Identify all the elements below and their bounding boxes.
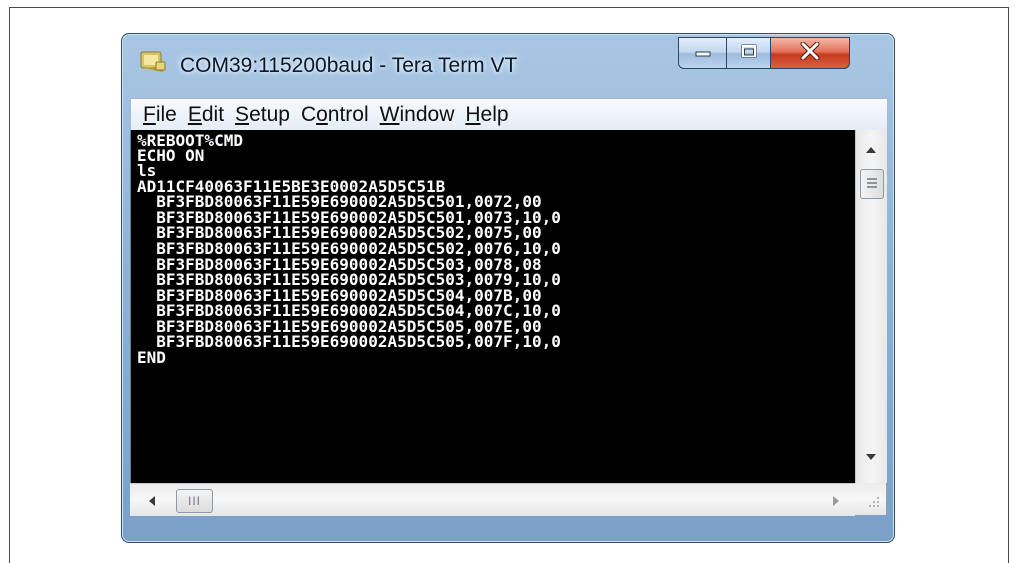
tera-term-window: COM39:115200baud - Tera Term VT File Edi…	[121, 33, 895, 543]
window-title: COM39:115200baud - Tera Term VT	[180, 54, 518, 77]
arrow-up-icon[interactable]	[864, 143, 878, 155]
vertical-scroll-thumb[interactable]	[860, 169, 884, 199]
figure-border-left	[9, 7, 10, 563]
menu-window[interactable]: Window	[371, 103, 455, 127]
menu-bar: File Edit Setup Control Window Help	[130, 98, 888, 131]
minimize-button[interactable]	[678, 37, 728, 69]
menu-setup[interactable]: Setup	[226, 103, 290, 127]
maximize-icon	[740, 43, 758, 64]
menu-control-mnemonic: o	[316, 103, 328, 126]
menu-window-mnemonic: W	[379, 103, 400, 126]
vertical-scrollbar[interactable]	[855, 130, 887, 483]
horizontal-scrollbar[interactable]: III	[130, 483, 855, 516]
menu-help-label: elp	[480, 103, 509, 126]
minimize-icon	[694, 44, 712, 63]
resize-grip[interactable]	[855, 483, 886, 515]
menu-edit-label: dit	[201, 103, 225, 126]
figure-border-right	[1008, 7, 1009, 563]
maximize-button[interactable]	[726, 37, 772, 69]
menu-edit[interactable]: Edit	[179, 103, 224, 127]
title-bar[interactable]: COM39:115200baud - Tera Term VT	[122, 34, 894, 96]
tera-term-app-icon[interactable]	[140, 49, 166, 73]
menu-help-mnemonic: H	[465, 103, 481, 126]
menu-control-label: ntrol	[327, 103, 369, 126]
window-bottom-frame	[130, 515, 886, 535]
arrow-left-icon[interactable]	[146, 494, 158, 508]
menu-file-label: ile	[155, 103, 177, 126]
menu-control[interactable]: Control	[292, 103, 369, 127]
terminal-line: END	[137, 348, 166, 367]
arrow-right-icon[interactable]	[830, 494, 842, 508]
horizontal-scroll-thumb[interactable]: III	[176, 489, 213, 513]
close-button[interactable]	[770, 37, 850, 69]
menu-window-label: indow	[399, 103, 455, 126]
scroll-grip-glyph: III	[187, 494, 201, 508]
figure-border-top	[9, 7, 1009, 8]
menu-control-prefix: C	[300, 103, 317, 126]
menu-file-mnemonic: F	[143, 103, 156, 126]
close-icon	[799, 41, 821, 65]
menu-setup-label: etup	[249, 103, 290, 126]
menu-setup-mnemonic: S	[235, 103, 250, 126]
terminal-output[interactable]: %REBOOT%CMD ECHO ON ls AD11CF40063F11E5B…	[130, 130, 856, 483]
terminal-line: BF3FBD80063F11E59E690002A5D5C505,007F,10…	[137, 332, 561, 351]
menu-help[interactable]: Help	[456, 103, 508, 127]
menu-file[interactable]: File	[131, 103, 177, 127]
arrow-down-icon[interactable]	[864, 450, 878, 462]
menu-edit-mnemonic: E	[187, 103, 202, 126]
